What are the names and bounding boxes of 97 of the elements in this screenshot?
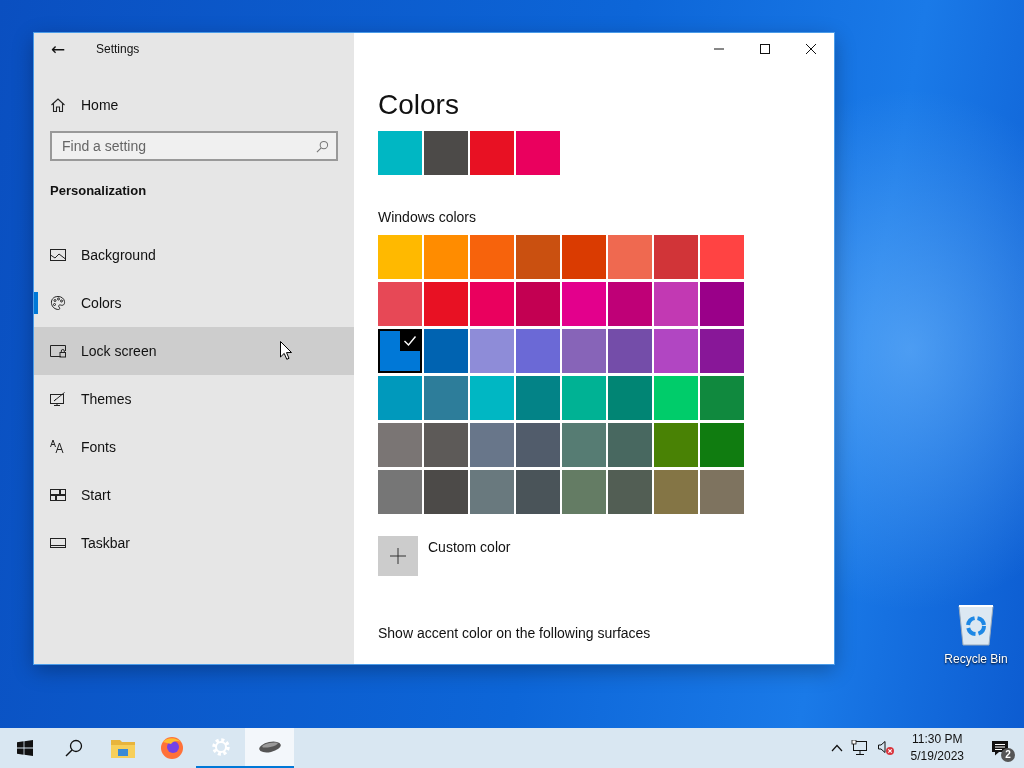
color-swatch[interactable] <box>470 376 514 420</box>
color-swatch[interactable] <box>654 282 698 326</box>
search-icon <box>64 739 83 757</box>
tiles-icon <box>50 487 66 503</box>
recycle-bin-icon <box>956 602 996 646</box>
color-swatch[interactable] <box>516 423 560 467</box>
color-swatch[interactable] <box>700 329 744 373</box>
muted-speaker-icon[interactable] <box>876 740 895 756</box>
color-swatch[interactable] <box>516 235 560 279</box>
section-heading: Personalization <box>50 183 148 198</box>
back-button[interactable]: ← <box>34 33 82 65</box>
home-icon <box>50 97 66 113</box>
plus-icon <box>390 548 406 564</box>
color-swatch[interactable] <box>654 470 698 514</box>
color-swatch[interactable] <box>654 376 698 420</box>
color-swatch[interactable] <box>562 470 606 514</box>
color-swatch[interactable] <box>562 329 606 373</box>
notifications-button[interactable]: 2 <box>980 728 1020 768</box>
nav-item[interactable]: Themes <box>34 375 354 423</box>
color-swatch[interactable] <box>700 282 744 326</box>
mouse-icon <box>257 740 282 754</box>
color-swatch[interactable] <box>608 470 652 514</box>
desktop-shortcut[interactable]: Recycle Bin <box>938 602 1014 666</box>
paintbrush-monitor-icon <box>50 391 66 407</box>
search-icon <box>316 140 329 153</box>
palette-icon <box>50 295 66 311</box>
custom-color-label: Custom color <box>428 539 511 555</box>
nav-item[interactable]: Fonts <box>34 423 354 471</box>
notification-count: 2 <box>1001 748 1015 762</box>
windows-logo-icon <box>16 740 33 756</box>
color-swatch[interactable] <box>424 423 468 467</box>
color-swatch[interactable] <box>424 282 468 326</box>
color-swatch[interactable] <box>608 423 652 467</box>
color-swatch[interactable] <box>700 470 744 514</box>
picture-frame-icon <box>50 247 66 263</box>
custom-color-button[interactable] <box>378 536 418 576</box>
color-swatch[interactable] <box>424 470 468 514</box>
color-swatch[interactable] <box>562 282 606 326</box>
color-swatch[interactable] <box>516 329 560 373</box>
color-swatch[interactable] <box>378 235 422 279</box>
color-swatch[interactable] <box>516 470 560 514</box>
color-swatch[interactable] <box>378 423 422 467</box>
color-swatch[interactable] <box>424 235 468 279</box>
color-swatch[interactable] <box>378 329 422 373</box>
color-swatch[interactable] <box>654 423 698 467</box>
close-icon <box>806 44 816 54</box>
color-swatch[interactable] <box>470 131 514 175</box>
network-icon[interactable] <box>850 740 869 756</box>
folder-icon <box>110 738 135 758</box>
font-icon <box>50 439 66 455</box>
chevron-up-icon[interactable] <box>830 744 843 752</box>
color-swatch[interactable] <box>470 235 514 279</box>
checkmark-icon <box>400 331 420 351</box>
color-swatch[interactable] <box>470 329 514 373</box>
mouse-pointer-icon <box>280 341 292 360</box>
nav-item[interactable]: Lock screen <box>34 327 354 375</box>
color-swatch[interactable] <box>654 329 698 373</box>
color-swatch[interactable] <box>562 423 606 467</box>
lock-screen-icon <box>50 343 66 359</box>
color-swatch[interactable] <box>562 376 606 420</box>
section-label: Show accent color on the following surfaces <box>378 625 652 641</box>
color-swatch[interactable] <box>378 470 422 514</box>
color-swatch[interactable] <box>378 131 422 175</box>
page-title: Colors <box>378 88 460 122</box>
section-label: Windows colors <box>378 209 478 225</box>
search-field[interactable]: Find a setting <box>50 131 338 161</box>
color-swatch[interactable] <box>608 329 652 373</box>
maximize-icon <box>760 44 770 54</box>
mouse-app-button[interactable] <box>245 728 294 768</box>
color-swatch[interactable] <box>378 282 422 326</box>
color-swatch[interactable] <box>562 235 606 279</box>
color-swatch[interactable] <box>700 235 744 279</box>
nav-item[interactable]: Start <box>34 471 354 519</box>
color-swatch[interactable] <box>700 423 744 467</box>
home-link[interactable]: Home <box>50 91 354 119</box>
color-swatch[interactable] <box>424 329 468 373</box>
color-swatch[interactable] <box>470 423 514 467</box>
color-swatch[interactable] <box>608 282 652 326</box>
clock[interactable]: 11:30 PM 5/19/2023 <box>902 731 972 765</box>
color-swatch[interactable] <box>608 235 652 279</box>
nav-item[interactable]: Background <box>34 231 354 279</box>
color-swatch[interactable] <box>516 131 560 175</box>
taskbar-icon <box>50 535 66 551</box>
color-swatch[interactable] <box>378 376 422 420</box>
color-swatch[interactable] <box>700 376 744 420</box>
color-swatch[interactable] <box>654 235 698 279</box>
color-swatch[interactable] <box>424 131 468 175</box>
color-swatch[interactable] <box>470 282 514 326</box>
color-swatch[interactable] <box>470 470 514 514</box>
color-swatch[interactable] <box>424 376 468 420</box>
gear-icon <box>210 737 231 757</box>
window-title: Settings <box>96 42 140 56</box>
browser-icon <box>159 736 184 760</box>
color-swatch[interactable] <box>608 376 652 420</box>
nav-item[interactable]: Taskbar <box>34 519 354 567</box>
color-swatch[interactable] <box>516 282 560 326</box>
color-swatch[interactable] <box>516 376 560 420</box>
